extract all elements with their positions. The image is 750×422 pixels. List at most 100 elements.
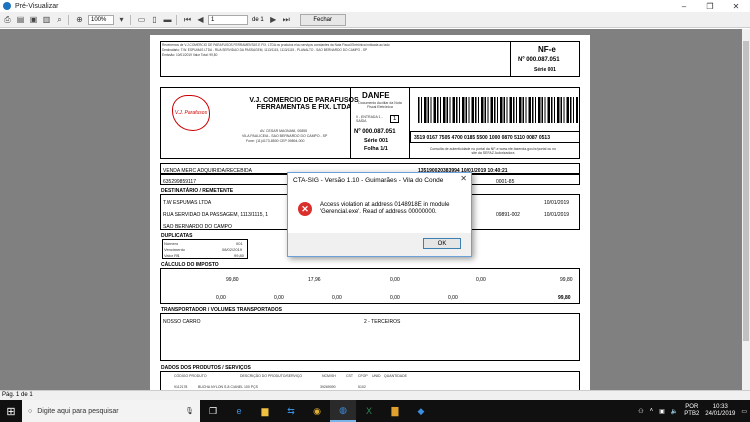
nfe-serie: Série 001: [534, 67, 556, 73]
one-page-icon[interactable]: ▭: [136, 14, 147, 25]
first-page-icon[interactable]: ⏮: [182, 14, 193, 25]
row-codigo: 9112178: [174, 385, 188, 389]
receipt-line: Emissão: 10/01/2019 Valor Total: 99,80: [162, 53, 218, 57]
error-icon: ✕: [298, 202, 312, 216]
network-icon[interactable]: ▣: [656, 408, 668, 415]
receipt-line: Destinatário: T.W. ESPUMAS LTDA - RUA SE…: [162, 48, 368, 52]
save-icon[interactable]: ▣: [28, 14, 39, 25]
dup-venc-label: Vencimento: [164, 247, 185, 252]
notification-icon[interactable]: ▭: [738, 408, 750, 415]
ok-button[interactable]: OK: [423, 238, 461, 249]
separator: [68, 14, 69, 25]
edge-icon[interactable]: e: [226, 400, 252, 422]
people-icon[interactable]: ⚇: [635, 408, 646, 415]
valor-icms: 17,96: [308, 277, 321, 283]
close-button[interactable]: Fechar: [299, 13, 346, 26]
desconto: 0,00: [332, 295, 342, 301]
page-width-icon[interactable]: ▬: [162, 14, 173, 25]
prev-page-icon[interactable]: ◀: [195, 14, 206, 25]
dialog-titlebar: CTA-SIG - Versão 1.10 - Guimarães - Vila…: [288, 173, 471, 187]
tipo-box: 1: [390, 115, 400, 123]
search-icon: ○: [28, 407, 33, 415]
frete-mode: 2 - TERCEIROS: [364, 319, 401, 325]
dialog-body: ✕ Access violation at address 0148918E i…: [288, 187, 471, 233]
scrollbar-thumb[interactable]: [743, 41, 749, 341]
danfe-serie: Série 001: [364, 138, 389, 144]
vertical-scrollbar[interactable]: [742, 29, 750, 390]
page-info: Pág. 1 de 1: [2, 392, 33, 398]
windows-start-icon[interactable]: ⊞: [0, 400, 22, 422]
zoom-select[interactable]: 100%: [88, 14, 114, 25]
chrome-icon[interactable]: ◉: [304, 400, 330, 422]
valor-frete: 0,00: [216, 295, 226, 301]
close-icon[interactable]: ✕: [460, 174, 467, 183]
col-descricao: DESCRIÇÃO DO PRODUTO/SERVIÇO: [240, 374, 303, 378]
export-icon[interactable]: ▥: [41, 14, 52, 25]
volume-icon[interactable]: 🔈: [668, 408, 681, 415]
row-cfop: 5102: [358, 385, 366, 389]
excel-icon[interactable]: X: [356, 400, 382, 422]
dup-valor-label: Valor R$: [164, 253, 180, 258]
title-bar: Pré-Visualizar – ❐ ✕: [0, 0, 750, 12]
taskbar-search[interactable]: ○ Digite aqui para pesquisar 🎙: [22, 400, 200, 422]
two-page-icon[interactable]: ▯: [149, 14, 160, 25]
app-taskbar-icon[interactable]: ◍: [330, 400, 356, 422]
last-page-icon[interactable]: ⏭: [281, 14, 292, 25]
dup-valor: 99,80: [234, 253, 245, 258]
company-logo: V.J. Parafusos: [172, 95, 210, 131]
valor-ipi: 0,00: [448, 295, 458, 301]
toolbar: ⎙ ▤ ▣ ▥ ⌕ ⊕ 100% ▾ ▭ ▯ ▬ ⏮ ◀ 1 de 1 ▶ ⏭ …: [0, 12, 750, 28]
nfe-label: NF-e: [538, 45, 556, 54]
open-icon[interactable]: ▤: [15, 14, 26, 25]
separator: [176, 14, 177, 25]
dest-city: SAO BERNARDO DO CAMPO: [163, 224, 232, 230]
zoom-icon[interactable]: ⊕: [74, 14, 85, 25]
close-icon[interactable]: ✕: [724, 0, 748, 12]
transp-name: NOSSO CARRO: [163, 319, 201, 325]
task-view-icon[interactable]: ❐: [200, 400, 226, 422]
taskbar: ⊞ ○ Digite aqui para pesquisar 🎙 ❐ e ▆ ⇆…: [0, 400, 750, 422]
dest-address: RUA SERVIDAO DA PASSAGEM, 1113/1115, 1: [163, 212, 269, 218]
search-placeholder: Digite aqui para pesquisar: [37, 407, 119, 415]
app-icon: [3, 2, 11, 10]
next-page-icon[interactable]: ▶: [268, 14, 279, 25]
danfe-folha: Folha 1/1: [364, 146, 388, 152]
system-tray: ⚇ ˄ ▣ 🔈 POR PTB2 10:33 24/01/2019 ▭: [635, 400, 750, 422]
search-icon[interactable]: ⌕: [54, 14, 65, 25]
app-icon-2[interactable]: ◆: [408, 400, 434, 422]
microphone-icon[interactable]: 🎙: [185, 407, 194, 415]
ie-value: 635299859117: [163, 179, 196, 185]
dest-emission-date: 10/01/2019: [544, 200, 570, 206]
consulta-text: Consulta de autenticidade no portal da N…: [429, 147, 557, 155]
valor-total-nota: 99,80: [558, 295, 571, 301]
dup-numero: 001: [236, 241, 243, 246]
folder-icon[interactable]: ▇: [382, 400, 408, 422]
dup-numero-label: Número: [164, 241, 179, 246]
company-address: VILA PAULICEIA - SAO BERNARDO DO CAMPO -…: [242, 134, 328, 138]
restore-icon[interactable]: ❐: [698, 0, 722, 12]
chevron-down-icon[interactable]: ▾: [116, 14, 127, 25]
teamviewer-icon[interactable]: ⇆: [278, 400, 304, 422]
entrada-saida: 0 - ENTRADA 1 - SAÍDA: [356, 115, 383, 123]
base-icms-st: 0,00: [390, 277, 400, 283]
valor-icms-st: 0,00: [476, 277, 486, 283]
cnpj-value: 0001-85: [496, 179, 515, 185]
file-explorer-icon[interactable]: ▆: [252, 400, 278, 422]
valor-seguro: 0,00: [274, 295, 284, 301]
company-phone: Fone: (11)4173-8500 CEP 09894-000: [246, 139, 305, 143]
valor-produtos: 99,80: [560, 277, 573, 283]
company-address: AV. CESAR MAGNANI, 00855: [260, 129, 308, 133]
access-key: 3519 0167 7505 4700 0185 5500 1000 0870 …: [414, 135, 550, 141]
dest-cep: 09891-002: [496, 212, 520, 218]
nfe-number: Nº 000.087.051: [518, 57, 560, 63]
base-icms: 99,80: [226, 277, 239, 283]
error-dialog: CTA-SIG - Versão 1.10 - Guimarães - Vila…: [287, 172, 472, 257]
language-indicator[interactable]: POR PTB2: [681, 404, 702, 418]
row-ncm: 39269090: [320, 385, 336, 389]
separator: [130, 14, 131, 25]
chevron-up-icon[interactable]: ˄: [647, 408, 657, 414]
print-icon[interactable]: ⎙: [2, 14, 13, 25]
clock[interactable]: 10:33 24/01/2019: [702, 404, 738, 418]
minimize-icon[interactable]: –: [672, 0, 696, 12]
page-input[interactable]: 1: [208, 14, 248, 25]
